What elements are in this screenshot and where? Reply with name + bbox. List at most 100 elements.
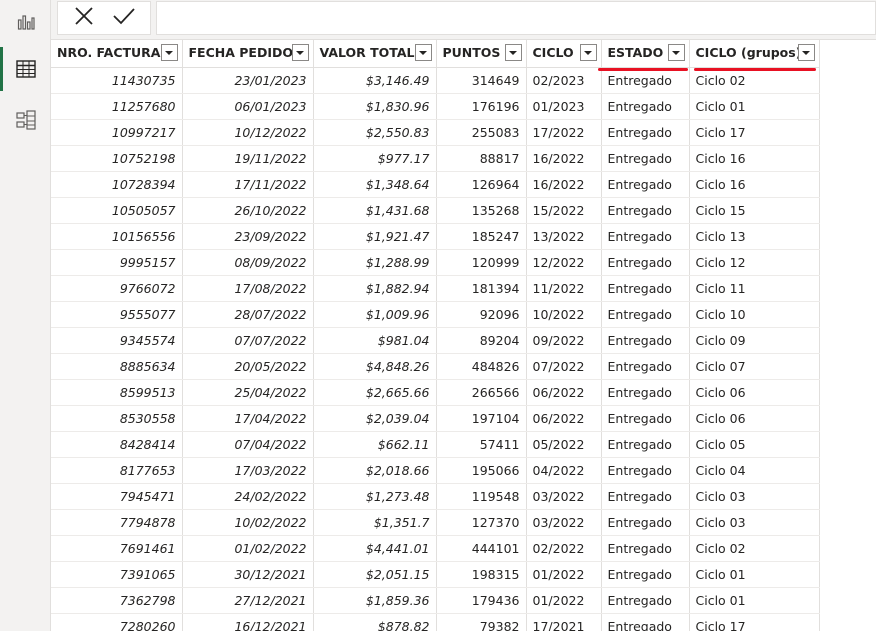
cancel-button[interactable] (68, 3, 100, 33)
table-cell[interactable]: 01/2022 (526, 587, 602, 614)
table-cell[interactable]: Ciclo 17 (689, 613, 820, 631)
table-cell[interactable]: $878.82 (313, 613, 437, 631)
table-cell[interactable]: 10156556 (51, 223, 183, 250)
table-cell[interactable]: $2,039.04 (313, 405, 437, 432)
table-cell[interactable]: 20/05/2022 (182, 353, 314, 380)
table-cell[interactable]: 8177653 (51, 457, 183, 484)
table-cell[interactable]: 57411 (436, 431, 527, 458)
table-cell[interactable]: Ciclo 02 (689, 535, 820, 562)
table-cell[interactable]: Ciclo 03 (689, 509, 820, 536)
table-cell[interactable]: $1,009.96 (313, 301, 437, 328)
table-cell[interactable]: 10/02/2022 (182, 509, 314, 536)
table-cell[interactable]: 25/04/2022 (182, 379, 314, 406)
table-cell[interactable]: $1,859.36 (313, 587, 437, 614)
table-row[interactable]: 10997217 10/12/2022 $2,550.83 255083 17/2022… (51, 119, 820, 146)
table-cell[interactable]: 11430735 (51, 67, 183, 94)
table-cell[interactable]: Entregado (601, 249, 690, 276)
table-row[interactable]: 7280260 16/12/2021 $878.82 79382 17/2021 Entr… (51, 613, 820, 631)
table-row[interactable]: 7691461 01/02/2022 $4,441.01 444101 02/2022 E… (51, 535, 820, 562)
column-header[interactable]: FECHA PEDIDO (182, 40, 314, 68)
table-cell[interactable]: 26/10/2022 (182, 197, 314, 224)
table-cell[interactable]: 28/07/2022 (182, 301, 314, 328)
column-header[interactable]: VALOR TOTAL (313, 40, 437, 68)
table-cell[interactable]: Entregado (601, 171, 690, 198)
table-cell[interactable]: Entregado (601, 561, 690, 588)
table-cell[interactable]: 7391065 (51, 561, 183, 588)
table-cell[interactable]: 10/2022 (526, 301, 602, 328)
table-cell[interactable]: $981.04 (313, 327, 437, 354)
table-cell[interactable]: 13/2022 (526, 223, 602, 250)
table-cell[interactable]: $4,441.01 (313, 535, 437, 562)
table-cell[interactable]: Ciclo 10 (689, 301, 820, 328)
table-row[interactable]: 10156556 23/09/2022 $1,921.47 185247 13/2022… (51, 223, 820, 250)
table-cell[interactable]: 16/12/2021 (182, 613, 314, 631)
report-view-button[interactable] (0, 0, 51, 44)
table-cell[interactable]: 179436 (436, 587, 527, 614)
table-cell[interactable]: 07/04/2022 (182, 431, 314, 458)
table-cell[interactable]: Ciclo 02 (689, 67, 820, 94)
table-cell[interactable]: Ciclo 01 (689, 561, 820, 588)
table-cell[interactable]: 17/2022 (526, 119, 602, 146)
table-row[interactable]: 7945471 24/02/2022 $1,273.48 119548 03/2022 E… (51, 483, 820, 510)
table-cell[interactable]: Ciclo 04 (689, 457, 820, 484)
table-cell[interactable]: 89204 (436, 327, 527, 354)
table-cell[interactable]: Ciclo 01 (689, 93, 820, 120)
table-cell[interactable]: 92096 (436, 301, 527, 328)
table-cell[interactable]: Ciclo 09 (689, 327, 820, 354)
table-cell[interactable]: 23/09/2022 (182, 223, 314, 250)
table-row[interactable]: 9345574 07/07/2022 $981.04 89204 09/2022 Entr… (51, 327, 820, 354)
table-cell[interactable]: 127370 (436, 509, 527, 536)
table-cell[interactable]: 197104 (436, 405, 527, 432)
table-cell[interactable]: Ciclo 11 (689, 275, 820, 302)
table-cell[interactable]: 88817 (436, 145, 527, 172)
table-cell[interactable]: 8599513 (51, 379, 183, 406)
table-cell[interactable]: Ciclo 06 (689, 405, 820, 432)
table-cell[interactable]: 06/2022 (526, 379, 602, 406)
filter-dropdown-icon[interactable] (667, 44, 685, 61)
filter-dropdown-icon[interactable] (160, 44, 178, 61)
table-cell[interactable]: 30/12/2021 (182, 561, 314, 588)
column-header[interactable]: CICLO (grupos) (689, 40, 820, 71)
column-header[interactable]: NRO. FACTURA (51, 40, 183, 68)
table-cell[interactable]: Entregado (601, 535, 690, 562)
table-cell[interactable]: Ciclo 16 (689, 145, 820, 172)
table-cell[interactable]: $2,018.66 (313, 457, 437, 484)
table-cell[interactable]: Entregado (601, 587, 690, 614)
table-cell[interactable]: 176196 (436, 93, 527, 120)
table-row[interactable]: 7391065 30/12/2021 $2,051.15 198315 01/2022 E… (51, 561, 820, 588)
table-cell[interactable]: 9995157 (51, 249, 183, 276)
table-cell[interactable]: 12/2022 (526, 249, 602, 276)
table-cell[interactable]: 135268 (436, 197, 527, 224)
table-cell[interactable]: 05/2022 (526, 431, 602, 458)
commit-button[interactable] (108, 3, 140, 33)
table-cell[interactable]: 15/2022 (526, 197, 602, 224)
table-cell[interactable]: 7945471 (51, 483, 183, 510)
table-cell[interactable]: Ciclo 03 (689, 483, 820, 510)
table-cell[interactable]: Entregado (601, 509, 690, 536)
table-cell[interactable]: 03/2022 (526, 509, 602, 536)
table-cell[interactable]: 01/2022 (526, 561, 602, 588)
table-cell[interactable]: 10/12/2022 (182, 119, 314, 146)
table-cell[interactable]: 7691461 (51, 535, 183, 562)
data-view-button[interactable] (0, 47, 51, 91)
table-cell[interactable]: $1,431.68 (313, 197, 437, 224)
table-cell[interactable]: $1,288.99 (313, 249, 437, 276)
table-cell[interactable]: 27/12/2021 (182, 587, 314, 614)
table-row[interactable]: 9995157 08/09/2022 $1,288.99 120999 12/2022 E… (51, 249, 820, 276)
table-row[interactable]: 7794878 10/02/2022 $1,351.7 127370 03/2022 En… (51, 509, 820, 536)
table-cell[interactable]: Entregado (601, 223, 690, 250)
table-cell[interactable]: 444101 (436, 535, 527, 562)
table-cell[interactable]: 484826 (436, 353, 527, 380)
table-cell[interactable]: 126964 (436, 171, 527, 198)
table-cell[interactable]: $1,273.48 (313, 483, 437, 510)
column-header[interactable]: PUNTOS (436, 40, 527, 68)
table-cell[interactable]: 11257680 (51, 93, 183, 120)
table-row[interactable]: 10505057 26/10/2022 $1,431.68 135268 15/2022… (51, 197, 820, 224)
table-cell[interactable]: 79382 (436, 613, 527, 631)
table-cell[interactable]: 10505057 (51, 197, 183, 224)
table-cell[interactable]: Ciclo 07 (689, 353, 820, 380)
filter-dropdown-icon[interactable] (797, 44, 815, 61)
table-cell[interactable]: Ciclo 06 (689, 379, 820, 406)
table-cell[interactable]: 17/2021 (526, 613, 602, 631)
table-cell[interactable]: $1,351.7 (313, 509, 437, 536)
